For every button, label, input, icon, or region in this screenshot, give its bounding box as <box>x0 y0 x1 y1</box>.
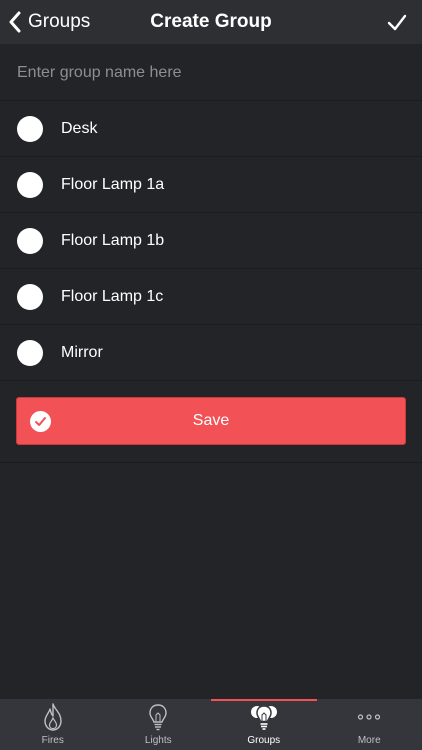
tab-fires[interactable]: Fires <box>0 699 106 750</box>
more-dots-icon <box>355 703 383 731</box>
checkmark-icon[interactable] <box>386 11 408 33</box>
flame-icon <box>39 703 67 731</box>
tab-more[interactable]: More <box>317 699 422 750</box>
light-label: Floor Lamp 1b <box>61 232 165 249</box>
tab-lights[interactable]: Lights <box>106 699 212 750</box>
tab-label: More <box>357 735 381 746</box>
chevron-left-icon <box>9 11 21 33</box>
save-button-label: Save <box>192 412 230 429</box>
select-circle-icon[interactable] <box>17 284 43 310</box>
tab-label: Lights <box>144 735 172 746</box>
bulb-group-icon <box>250 703 278 731</box>
group-name-input[interactable] <box>17 44 407 101</box>
select-circle-icon[interactable] <box>17 340 43 366</box>
light-label: Floor Lamp 1a <box>61 176 165 193</box>
light-label: Mirror <box>61 344 103 361</box>
light-label: Floor Lamp 1c <box>61 288 164 305</box>
navigation-bar: Groups Create Group <box>0 0 422 44</box>
save-section: Save <box>0 381 422 463</box>
group-name-row <box>0 44 422 101</box>
light-item-floor-lamp-1b[interactable]: Floor Lamp 1b <box>0 213 422 269</box>
save-button[interactable]: Save <box>16 397 406 445</box>
select-circle-icon[interactable] <box>17 172 43 198</box>
light-item-floor-lamp-1c[interactable]: Floor Lamp 1c <box>0 269 422 325</box>
light-label: Desk <box>61 120 98 137</box>
tab-groups[interactable]: Groups <box>211 699 317 750</box>
tab-label: Groups <box>247 735 281 746</box>
tab-label: Fires <box>41 735 64 746</box>
back-button-label: Groups <box>28 11 91 32</box>
tab-bar: Fires Lights Groups More <box>0 699 422 750</box>
light-item-floor-lamp-1a[interactable]: Floor Lamp 1a <box>0 157 422 213</box>
light-item-mirror[interactable]: Mirror <box>0 325 422 381</box>
lightbulb-icon <box>144 703 172 731</box>
select-circle-icon[interactable] <box>17 116 43 142</box>
active-tab-indicator <box>211 699 317 701</box>
light-list: Desk Floor Lamp 1a Floor Lamp 1b Floor L… <box>0 101 422 381</box>
create-group-screen: Groups Create Group Desk Floor Lamp 1a F… <box>0 0 422 750</box>
select-circle-icon[interactable] <box>17 228 43 254</box>
back-button[interactable]: Groups <box>8 0 90 44</box>
light-item-desk[interactable]: Desk <box>0 101 422 157</box>
